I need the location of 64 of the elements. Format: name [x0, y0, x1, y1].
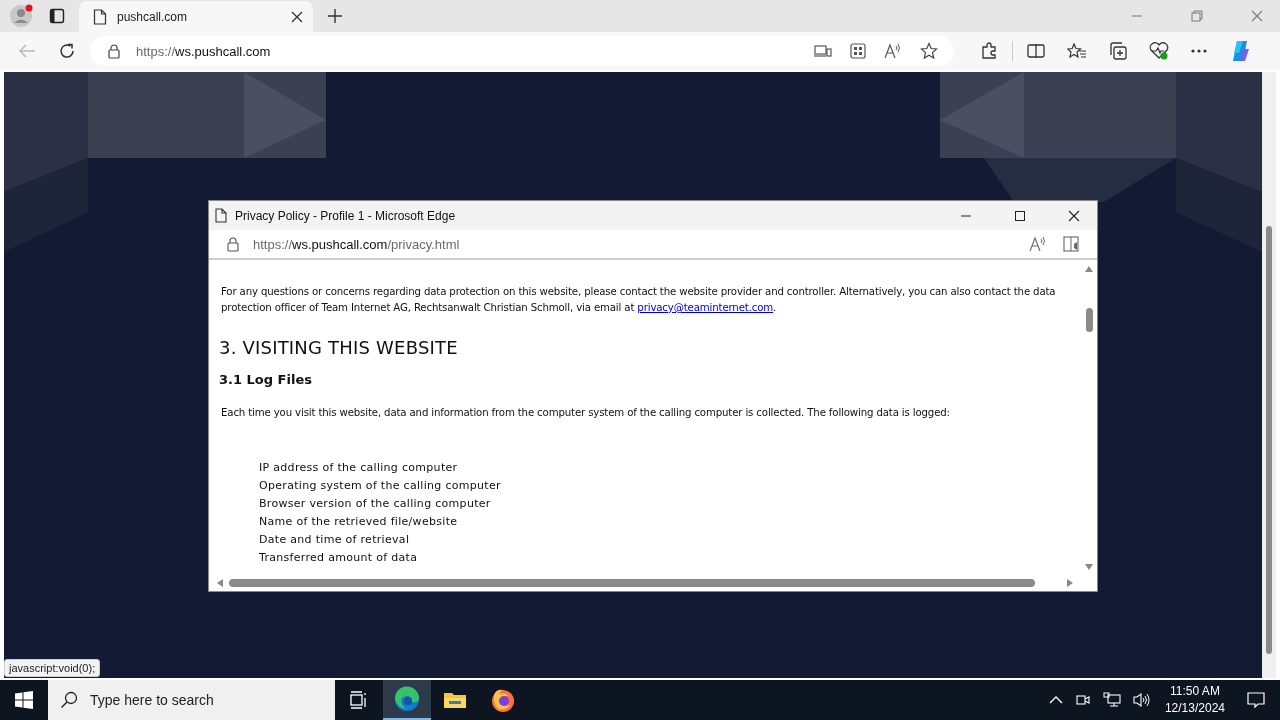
lock-icon [108, 43, 120, 59]
read-aloud-icon[interactable] [1029, 236, 1047, 252]
page-icon [93, 9, 107, 25]
maximize-icon[interactable] [1014, 209, 1026, 222]
scroll-right-icon[interactable] [1067, 579, 1073, 587]
list-item: IP address of the calling computer [259, 460, 459, 476]
scrollbar-thumb[interactable] [1266, 226, 1272, 654]
favorites-icon[interactable] [1067, 42, 1087, 60]
section-heading: 3. VISITING THIS WEBSITE [219, 337, 459, 358]
favorite-star-icon[interactable] [920, 42, 938, 60]
list-item: Name of the retrieved file/website [259, 514, 459, 530]
chevron-up-icon[interactable] [1048, 696, 1063, 704]
notifications-icon[interactable] [1247, 691, 1265, 709]
extensions-icon[interactable] [980, 42, 998, 60]
body-paragraph: Each time you visit this website, data and information from the computer system of the calling computer is collected. The following data is logged: [221, 406, 951, 420]
close-icon[interactable] [1068, 209, 1080, 222]
lock-icon [227, 236, 239, 252]
search-icon [60, 691, 78, 709]
tab-actions-icon[interactable] [49, 8, 65, 24]
page-icon [215, 208, 227, 223]
list-item: Transferred amount of data [259, 550, 419, 566]
address-bar[interactable]: https://ws.pushcall.com [90, 36, 954, 66]
scroll-left-icon[interactable] [217, 579, 223, 587]
search-field[interactable]: Type here to search [48, 680, 335, 720]
contact-paragraph: For any questions or concerns regarding data protection on this website, please contact the website provider and controller. Alternatively, you can also contact the data protection officer of Team Internet AG, Rechtsanwalt Christian Schmoll, via email at privacy@teaminternet.com. [221, 285, 1057, 315]
edge-browser-icon [394, 686, 420, 712]
read-aloud-icon[interactable] [884, 43, 902, 59]
window-title: Privacy Policy - Profile 1 - Microsoft Edge [235, 208, 456, 223]
collections-icon[interactable] [1109, 42, 1127, 60]
scroll-down-icon[interactable] [1085, 564, 1093, 570]
scrollbar-thumb[interactable] [229, 579, 1035, 587]
new-tab-icon[interactable] [327, 8, 343, 24]
more-icon[interactable] [1191, 49, 1207, 53]
tab-title: pushcall.com [117, 10, 189, 24]
list-item: Date and time of retrieval [259, 532, 411, 548]
page-scrollbar[interactable] [1262, 72, 1276, 678]
network-icon[interactable] [1102, 692, 1121, 708]
url-text: https://ws.pushcall.com/privacy.html [253, 236, 460, 252]
subsection-heading: 3.1 Log Files [219, 372, 313, 387]
task-view-icon [349, 691, 369, 709]
firefox-browser-icon [490, 687, 516, 713]
split-screen-icon[interactable] [1027, 43, 1045, 59]
clock[interactable]: 11:50 AM 12/13/2024 [1164, 683, 1225, 717]
list-item: Operating system of the calling computer [259, 478, 502, 494]
scrollbar-thumb[interactable] [1085, 308, 1093, 332]
url-text: https://ws.pushcall.com [136, 43, 271, 59]
meet-now-icon[interactable] [1074, 692, 1091, 708]
profile-avatar-icon[interactable] [9, 3, 35, 29]
close-icon[interactable] [291, 11, 303, 23]
scroll-up-icon[interactable] [1085, 266, 1093, 272]
status-tooltip: javascript:void(0); [4, 659, 101, 677]
devices-icon[interactable] [814, 44, 832, 58]
apps-icon[interactable] [850, 43, 866, 59]
list-item: Browser version of the calling computer [259, 496, 492, 512]
folder-icon [443, 690, 467, 710]
clock-date: 12/13/2024 [1164, 700, 1225, 717]
refresh-icon[interactable] [58, 42, 76, 60]
browser-tab[interactable]: pushcall.com [79, 1, 313, 33]
start-icon[interactable] [15, 691, 33, 709]
clock-time: 11:50 AM [1170, 683, 1220, 700]
browser-essentials-icon[interactable] [1149, 42, 1169, 60]
immersive-reader-icon[interactable] [1063, 236, 1081, 252]
volume-icon[interactable] [1132, 692, 1151, 708]
taskbar-app[interactable] [383, 680, 431, 720]
